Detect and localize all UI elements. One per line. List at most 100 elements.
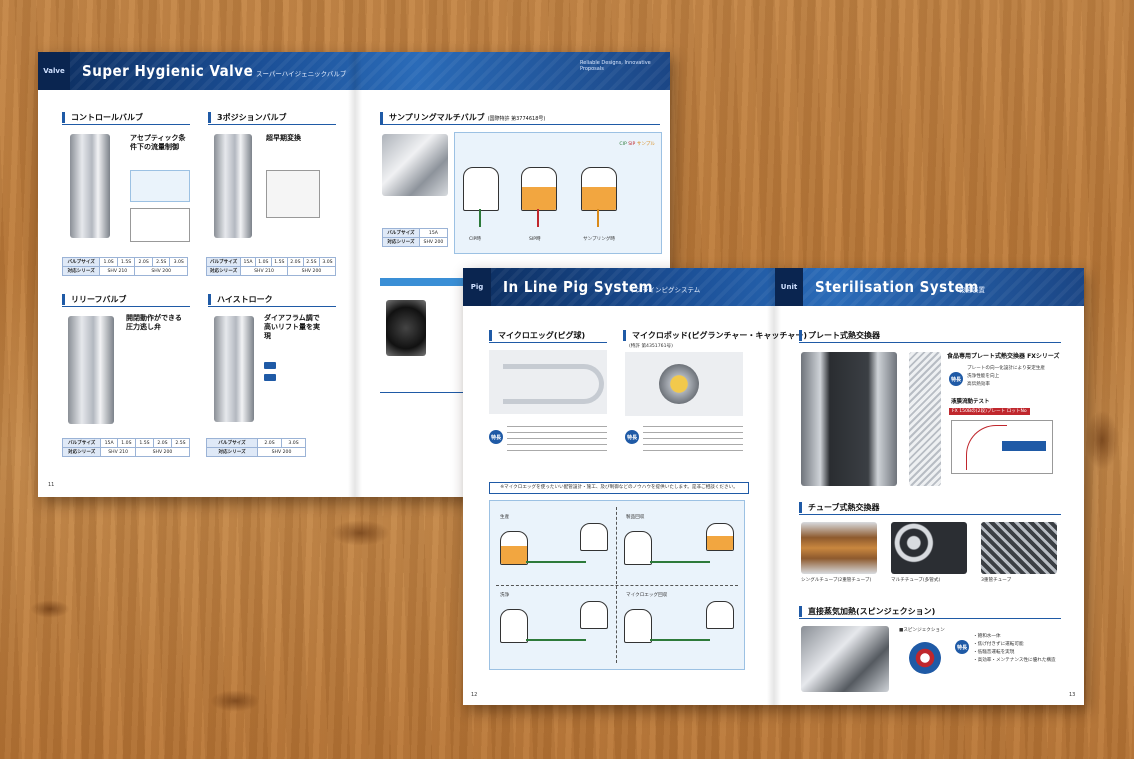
quad-label: 製品回収: [626, 515, 645, 520]
cell: 15A: [100, 438, 118, 448]
pipe: [650, 639, 710, 641]
banner-tag: Pig: [463, 268, 491, 306]
legend-cip: CIP: [619, 142, 627, 147]
section-control-valve: コントロールバルブ: [62, 112, 143, 123]
page-number: 12: [471, 692, 478, 698]
page-number: 11: [48, 482, 55, 488]
cell: 2.0S: [152, 438, 172, 448]
feature-text: [507, 426, 607, 456]
cell: 15A: [418, 228, 449, 238]
section-tube-hx: チューブ式熱交換器: [799, 502, 880, 513]
banner-subtitle: 殺菌装置: [959, 286, 985, 294]
test-label: 液膜流動テスト: [951, 399, 990, 405]
tank: [521, 167, 557, 211]
tank: [500, 531, 528, 565]
notice: ※マイクロエッグを使ったいい配管設計・施工、及び制御などのノウハウを提供いたしま…: [489, 482, 749, 494]
section-rule: [380, 124, 660, 125]
three-heading: 超早期変換: [266, 134, 301, 142]
control-diagram: [130, 170, 190, 202]
row-label: バルブサイズ: [61, 438, 102, 448]
brochure-spread-pig-sterilisation: Pig In Line Pig System インラインピグシステム Unit …: [463, 268, 1084, 705]
cell: 2.0S: [257, 438, 283, 448]
cell: 2.0S: [134, 257, 153, 267]
page-number: 13: [1069, 692, 1076, 698]
chart-band: [1002, 441, 1046, 451]
tube-caption: マルチチューブ(多管式): [891, 578, 941, 583]
steam-caption: ■スピンジェクション: [899, 628, 945, 633]
pig-system-diagram: 生産 製品回収 洗浄 マイクロエッグ回収: [489, 500, 745, 670]
legend-sip: SIP: [628, 142, 636, 147]
series-badge: [264, 374, 276, 381]
plate-feature: 洗浄性能を向上: [967, 374, 1000, 379]
pipe: [537, 209, 539, 227]
relief-heading: 開閉動作ができる圧力逃し弁: [126, 314, 182, 331]
control-spec-table: バルブサイズ 1.0S 1.5S 2.0S 2.5S 3.0S 対応シリーズ S…: [61, 257, 188, 276]
banner-title: Super Hygienic Valve: [82, 62, 254, 80]
feature-badge: 特長: [489, 430, 503, 444]
valve-photo: [68, 316, 114, 424]
cell: 2.5S: [302, 257, 320, 267]
cell: 3.0S: [169, 257, 188, 267]
high-heading: ダイアフラム調で高いリフト量を実現: [264, 314, 320, 340]
row-label: 対応シリーズ: [61, 447, 102, 457]
cell: 1.0S: [99, 257, 118, 267]
micro-pod-photo: [625, 352, 743, 416]
patent-note: (国際特許 第3774618号): [487, 116, 546, 122]
tank: [580, 523, 608, 551]
section-title: サンプリングマルチバルブ: [389, 113, 485, 122]
plate-hx-photo: [801, 352, 897, 486]
tank: [463, 167, 499, 211]
row-label: 対応シリーズ: [61, 266, 101, 276]
cell: SHV 200: [134, 266, 188, 276]
tube-caption: 3重管チューブ: [981, 578, 1012, 583]
tank: [624, 531, 652, 565]
wood-knot: [1085, 410, 1119, 470]
feature-text: [643, 426, 743, 456]
cell: SHV 200: [134, 447, 191, 457]
pipe: [597, 209, 599, 227]
cell: SHV 210: [100, 447, 136, 457]
plate-photo: [909, 352, 941, 486]
section-rule: [208, 306, 336, 307]
row-label: 対応シリーズ: [205, 266, 242, 276]
banner-tag: Valve: [38, 52, 70, 90]
banner-title: Sterilisation System: [815, 278, 979, 296]
three-diagram: [266, 170, 320, 218]
cell: 1.5S: [116, 257, 136, 267]
section-micro-egg: マイクロエッグ(ピグ球): [489, 330, 585, 341]
steam-feature: ・飽和水一体: [973, 634, 1001, 639]
steam-feature: ・高効率・メンテナンス性に優れた構造: [973, 658, 1056, 663]
section-plate-hx: プレート式熱交換器: [799, 330, 880, 341]
cell: SHV 210: [99, 266, 136, 276]
banner-tag: Unit: [775, 268, 803, 306]
cell: 2.5S: [170, 438, 191, 448]
relief-spec-table: バルブサイズ 15A 1.0S 1.5S 2.0S 2.5S 対応シリーズ SH…: [61, 438, 191, 457]
sampling-diagram: CIP SIP サンプル CIP時 SIP時 サンプリング時: [454, 132, 662, 254]
row-label: バルブサイズ: [61, 257, 101, 267]
diagram-legend: CIP SIP サンプル: [619, 141, 655, 147]
sampling-spec-table: バルブサイズ 15A 対応シリーズ SHV 200: [382, 228, 449, 247]
legend-sample: サンプル: [636, 142, 655, 147]
cell: SHV 200: [418, 237, 449, 247]
test-bar: FX 150Bの(2段)プレート ロットNo: [949, 408, 1030, 415]
cell: 1.0S: [116, 438, 136, 448]
cell: 1.0S: [254, 257, 272, 267]
cell: 2.0S: [286, 257, 304, 267]
row-label: 対応シリーズ: [205, 447, 259, 457]
row-label: 対応シリーズ: [382, 237, 420, 247]
banner-slogan: Reliable Designs, Innovative Proposals: [580, 60, 651, 72]
tube-photo: [981, 522, 1057, 574]
section-micro-pod: マイクロポッド(ピグランチャー・キャッチャー): [623, 330, 807, 341]
control-chart: [130, 208, 190, 242]
section-rule: [799, 514, 1061, 515]
section-three-position: 3ポジションバルブ: [208, 112, 287, 123]
tank: [580, 601, 608, 629]
section-rule: [208, 124, 336, 125]
tank: [706, 601, 734, 629]
section-rule: [489, 342, 607, 343]
row-label: バルブサイズ: [382, 228, 420, 238]
tube-photo: [891, 522, 967, 574]
chart-curve: [966, 425, 1007, 470]
cell: SHV 200: [286, 266, 337, 276]
section-title: マイクロポッド(ピグランチャー・キャッチャー): [632, 331, 807, 340]
